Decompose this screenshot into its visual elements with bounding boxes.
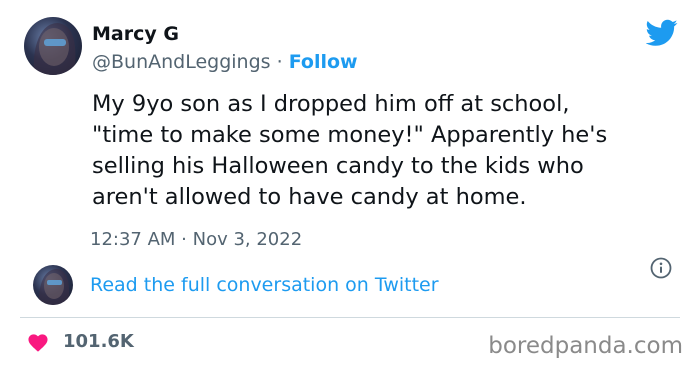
tweet-text-line: "time to make some money!" Apparently he… — [92, 122, 608, 148]
heart-icon[interactable] — [27, 332, 49, 352]
tweet-text: My 9yo son as I dropped him off at schoo… — [92, 89, 672, 213]
tweet-timestamp[interactable]: 12:37 AM · Nov 3, 2022 — [90, 229, 302, 250]
author-avatar[interactable] — [24, 17, 82, 75]
handle-separator: · — [270, 51, 289, 73]
divider — [20, 317, 680, 318]
reply-avatar[interactable] — [33, 265, 73, 305]
read-full-conversation-link[interactable]: Read the full conversation on Twitter — [90, 274, 439, 296]
twitter-bird-icon[interactable] — [646, 19, 678, 47]
like-count[interactable]: 101.6K — [63, 331, 134, 352]
tweet-text-line: My 9yo son as I dropped him off at schoo… — [92, 91, 570, 117]
info-icon[interactable] — [650, 257, 672, 279]
handle-line: @BunAndLeggings · Follow — [92, 51, 358, 73]
watermark: boredpanda.com — [488, 333, 683, 359]
tweet-text-line: selling his Halloween candy to the kids … — [92, 153, 584, 179]
author-name[interactable]: Marcy G — [92, 23, 179, 45]
author-handle[interactable]: @BunAndLeggings — [92, 51, 271, 73]
tweet-text-line: aren't allowed to have candy at home. — [92, 184, 527, 210]
follow-link[interactable]: Follow — [289, 51, 358, 73]
